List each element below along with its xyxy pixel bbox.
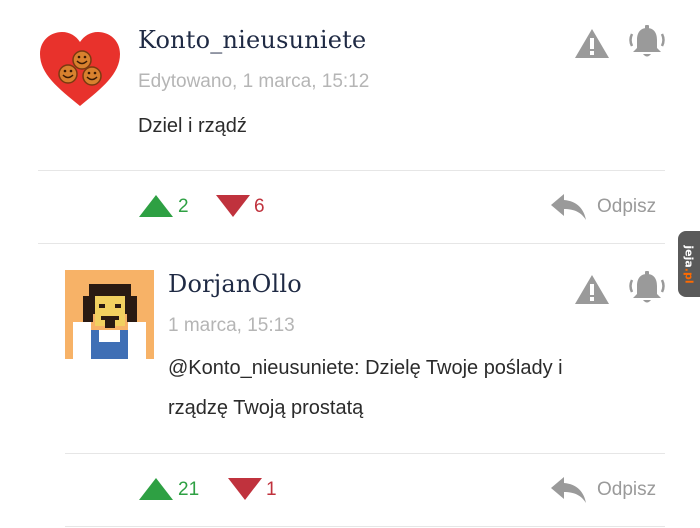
comment-text-line: rządzę Twoją prostatą [168, 397, 364, 419]
watermark-badge: jeja.pl [678, 231, 700, 297]
upvote-count: 21 [178, 479, 200, 500]
reply-arrow-icon [551, 194, 586, 220]
divider [38, 170, 665, 171]
reply-label: Odpisz [597, 196, 657, 217]
avatar[interactable] [38, 30, 122, 108]
downvote-button[interactable] [227, 477, 263, 501]
downvote-button[interactable] [215, 194, 251, 218]
upvote-button[interactable] [138, 194, 174, 218]
divider [38, 243, 665, 244]
comment-text-line: : Dzielę Twoje poślady i [354, 357, 563, 379]
notification-button[interactable] [628, 24, 666, 60]
triangle-up-icon [139, 195, 173, 217]
warning-icon [575, 29, 609, 58]
divider [65, 453, 665, 454]
triangle-down-icon [216, 195, 250, 217]
downvote-count: 6 [254, 196, 265, 217]
reply-button[interactable]: Odpisz [550, 473, 668, 507]
reply-button[interactable]: Odpisz [550, 190, 668, 224]
triangle-down-icon [228, 478, 262, 500]
heart-avatar-icon [40, 32, 120, 106]
warning-icon [575, 275, 609, 304]
bell-icon [629, 25, 665, 57]
avatar[interactable] [65, 270, 154, 359]
report-button[interactable] [574, 26, 610, 60]
comment-username[interactable]: DorjanOllo [168, 270, 302, 298]
divider [65, 526, 665, 527]
notification-button[interactable] [628, 270, 666, 306]
comment-timestamp: Edytowano, 1 marca, 15:12 [138, 71, 370, 92]
downvote-count: 1 [266, 479, 277, 500]
upvote-count: 2 [178, 196, 189, 217]
reply-arrow-icon [551, 477, 586, 503]
bell-icon [629, 271, 665, 303]
comment-timestamp: 1 marca, 15:13 [168, 315, 295, 336]
upvote-button[interactable] [138, 477, 174, 501]
report-button[interactable] [574, 272, 610, 306]
watermark-text: jeja.pl [682, 244, 696, 284]
comment-text: Dziel i rządź [138, 115, 247, 137]
mention-link[interactable]: @Konto_nieusuniete [168, 357, 354, 379]
triangle-up-icon [139, 478, 173, 500]
pixel-portrait-icon [65, 270, 154, 359]
comment-text: @Konto_nieusuniete: Dzielę Twoje poślady… [168, 348, 648, 428]
reply-label: Odpisz [597, 479, 657, 500]
comment-username[interactable]: Konto_nieusuniete [138, 26, 366, 54]
